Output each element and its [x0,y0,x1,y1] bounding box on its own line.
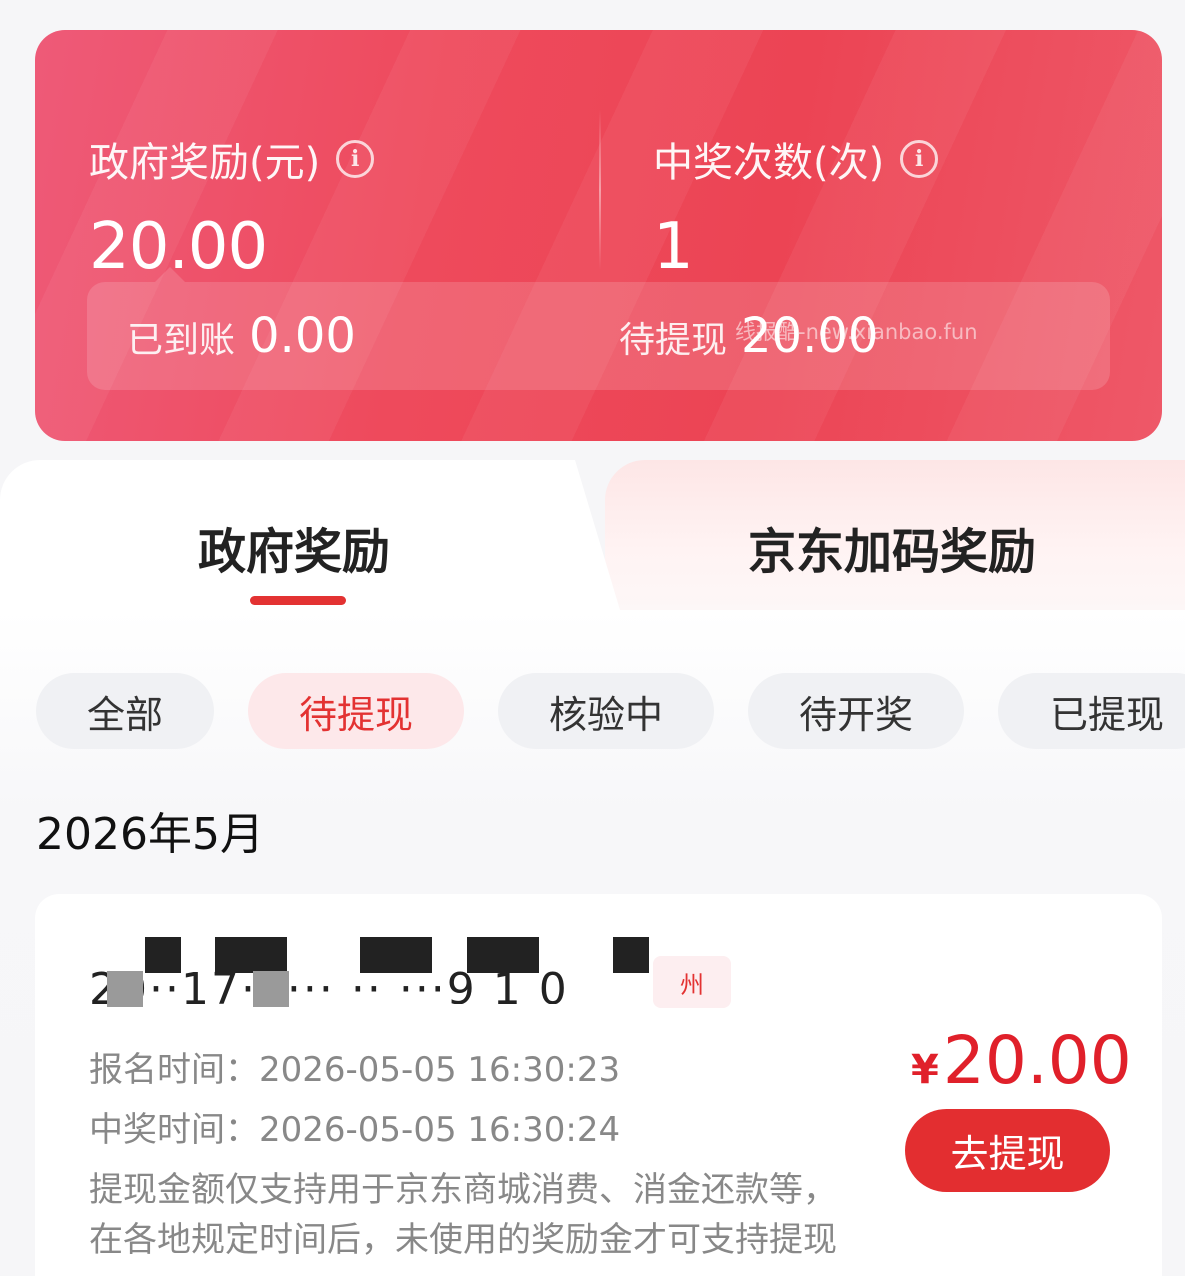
received-label: 已到账 [127,320,236,361]
reward-tabs: 京东加码奖励 政府奖励 [0,460,1185,610]
tab-jd-bonus[interactable]: 京东加码奖励 [605,460,1185,610]
withdraw-note-line2: 在各地规定时间后，未使用的奖励金才可支持提现 [89,1220,837,1260]
received-balance: 已到账 0.00 [127,308,356,364]
reward-amount: ¥ 20.00 [911,1022,1132,1099]
month-header: 2026年5月 [36,809,264,860]
tab-gov-reward[interactable]: 政府奖励 [0,460,620,610]
win-time-line: 中奖时间：2026-05-05 16:30:24 [89,1102,620,1151]
pending-label: 待提现 [619,320,728,361]
redaction-block [107,971,143,1007]
win-time: 2026-05-05 16:30:24 [259,1110,621,1150]
filter-chip-withdrawn[interactable]: 已提现 [998,673,1185,749]
gov-reward-label: 政府奖励(元) i [89,130,375,188]
tab-gov-reward-label: 政府奖励 [198,524,391,580]
signup-label: 报名时间： [89,1050,259,1090]
received-value: 0.00 [249,308,356,364]
reward-record-card: 20··17·3··· ·· ···9 1 0 州 报名时间：2026-05-0… [35,894,1162,1276]
stat-divider [599,110,601,270]
win-label: 中奖时间： [89,1110,259,1150]
reward-list-content: 全部 待提现 核验中 待开奖 已提现 2026年5月 20··17·3··· ·… [0,610,1185,1276]
win-count-label: 中奖次数(次) i [653,130,939,188]
info-icon[interactable]: i [336,140,375,178]
redaction-block [613,937,649,973]
withdraw-note-line1: 提现金额仅支持用于京东商城消费、消金还款等， [89,1170,837,1210]
signup-time: 2026-05-05 16:30:23 [259,1050,621,1090]
win-count-label-text: 中奖次数(次) [653,140,885,186]
redaction-block [467,937,539,973]
tab-jd-bonus-label: 京东加码奖励 [748,524,1037,580]
reward-summary-card: 政府奖励(元) i 20.00 中奖次数(次) i 1 已到账 0.00 待提现… [35,30,1162,441]
info-icon[interactable]: i [900,140,939,178]
gov-reward-label-text: 政府奖励(元) [89,140,321,186]
panel-pointer [155,267,185,282]
active-tab-indicator [250,596,346,605]
amount-value: 20.00 [942,1022,1132,1099]
win-count-value: 1 [653,210,694,284]
withdraw-button[interactable]: 去提现 [905,1109,1110,1192]
signup-time-line: 报名时间：2026-05-05 16:30:23 [89,1042,620,1091]
filter-chip-all[interactable]: 全部 [36,673,214,749]
filter-chip-pending[interactable]: 待提现 [248,673,464,749]
redaction-block [360,937,432,973]
city-tag: 州 [653,956,731,1008]
filter-chip-awaiting-draw[interactable]: 待开奖 [748,673,964,749]
watermark: 线报酷-new.xianbao.fun [735,320,978,344]
redaction-block [145,937,181,973]
currency-symbol: ¥ [911,1047,939,1093]
redaction-block [215,937,287,973]
redaction-block [253,971,289,1007]
filter-chip-verifying[interactable]: 核验中 [498,673,714,749]
